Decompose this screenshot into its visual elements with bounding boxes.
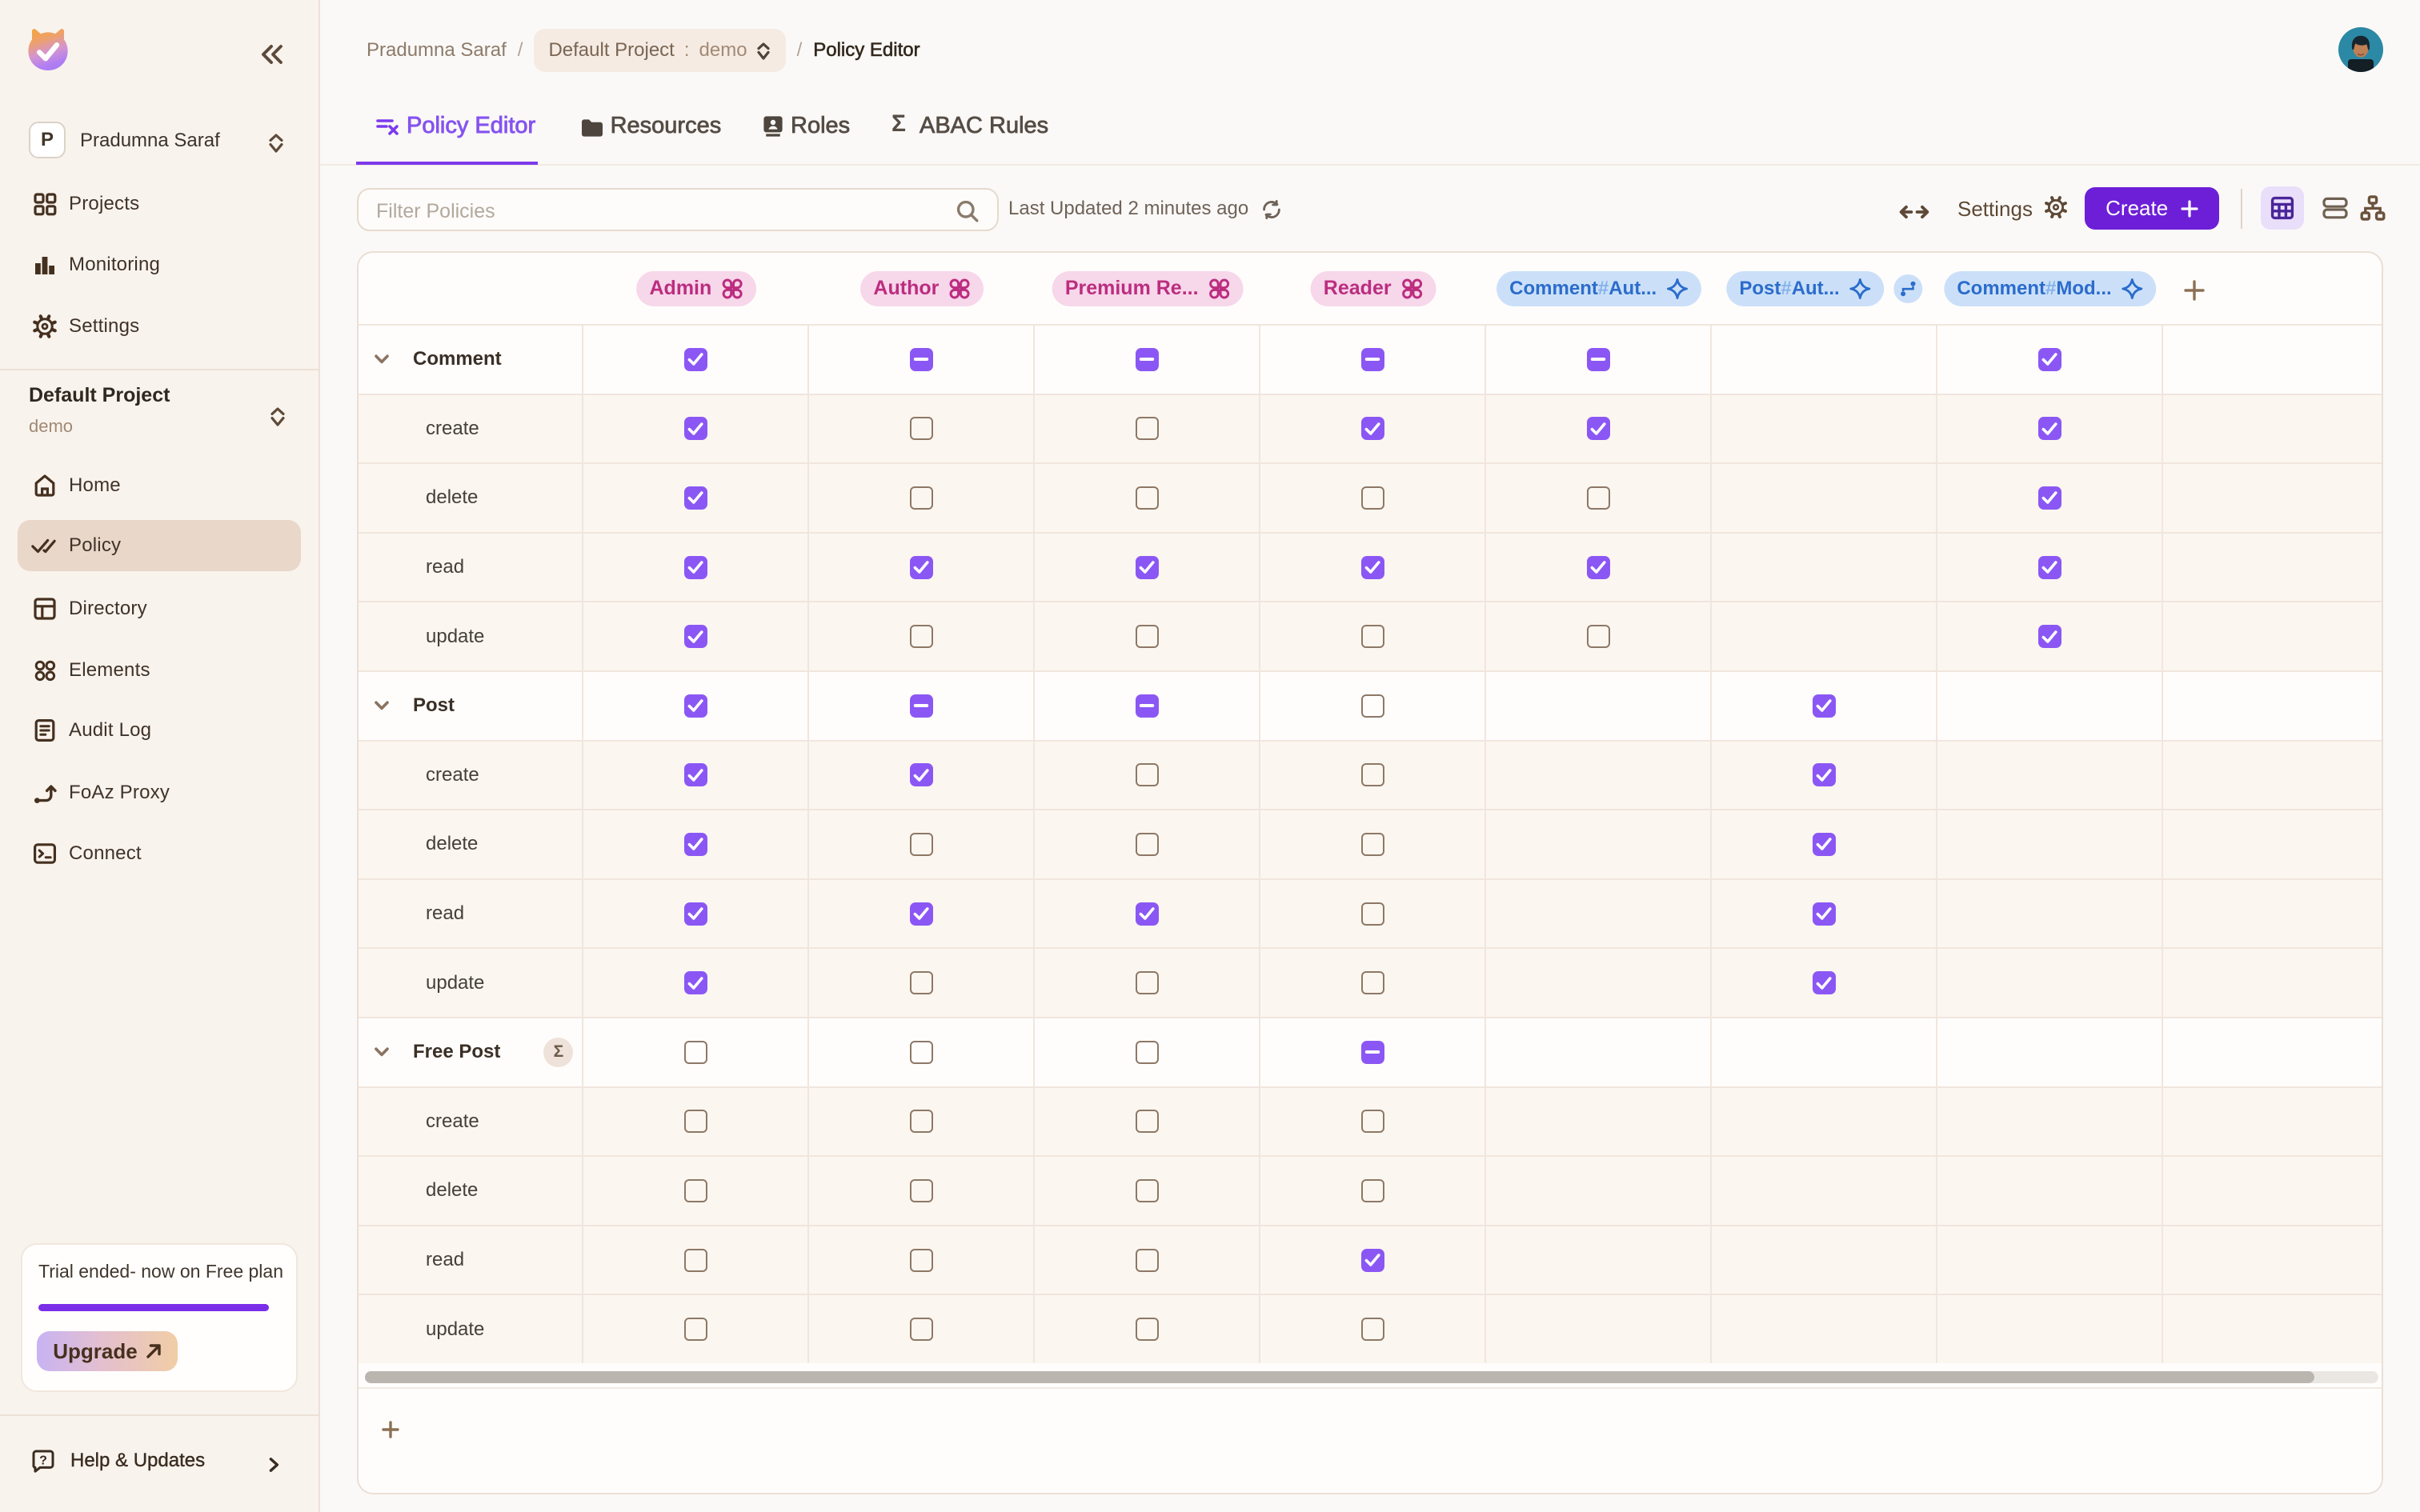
svg-text:?: ? [39,1454,47,1467]
